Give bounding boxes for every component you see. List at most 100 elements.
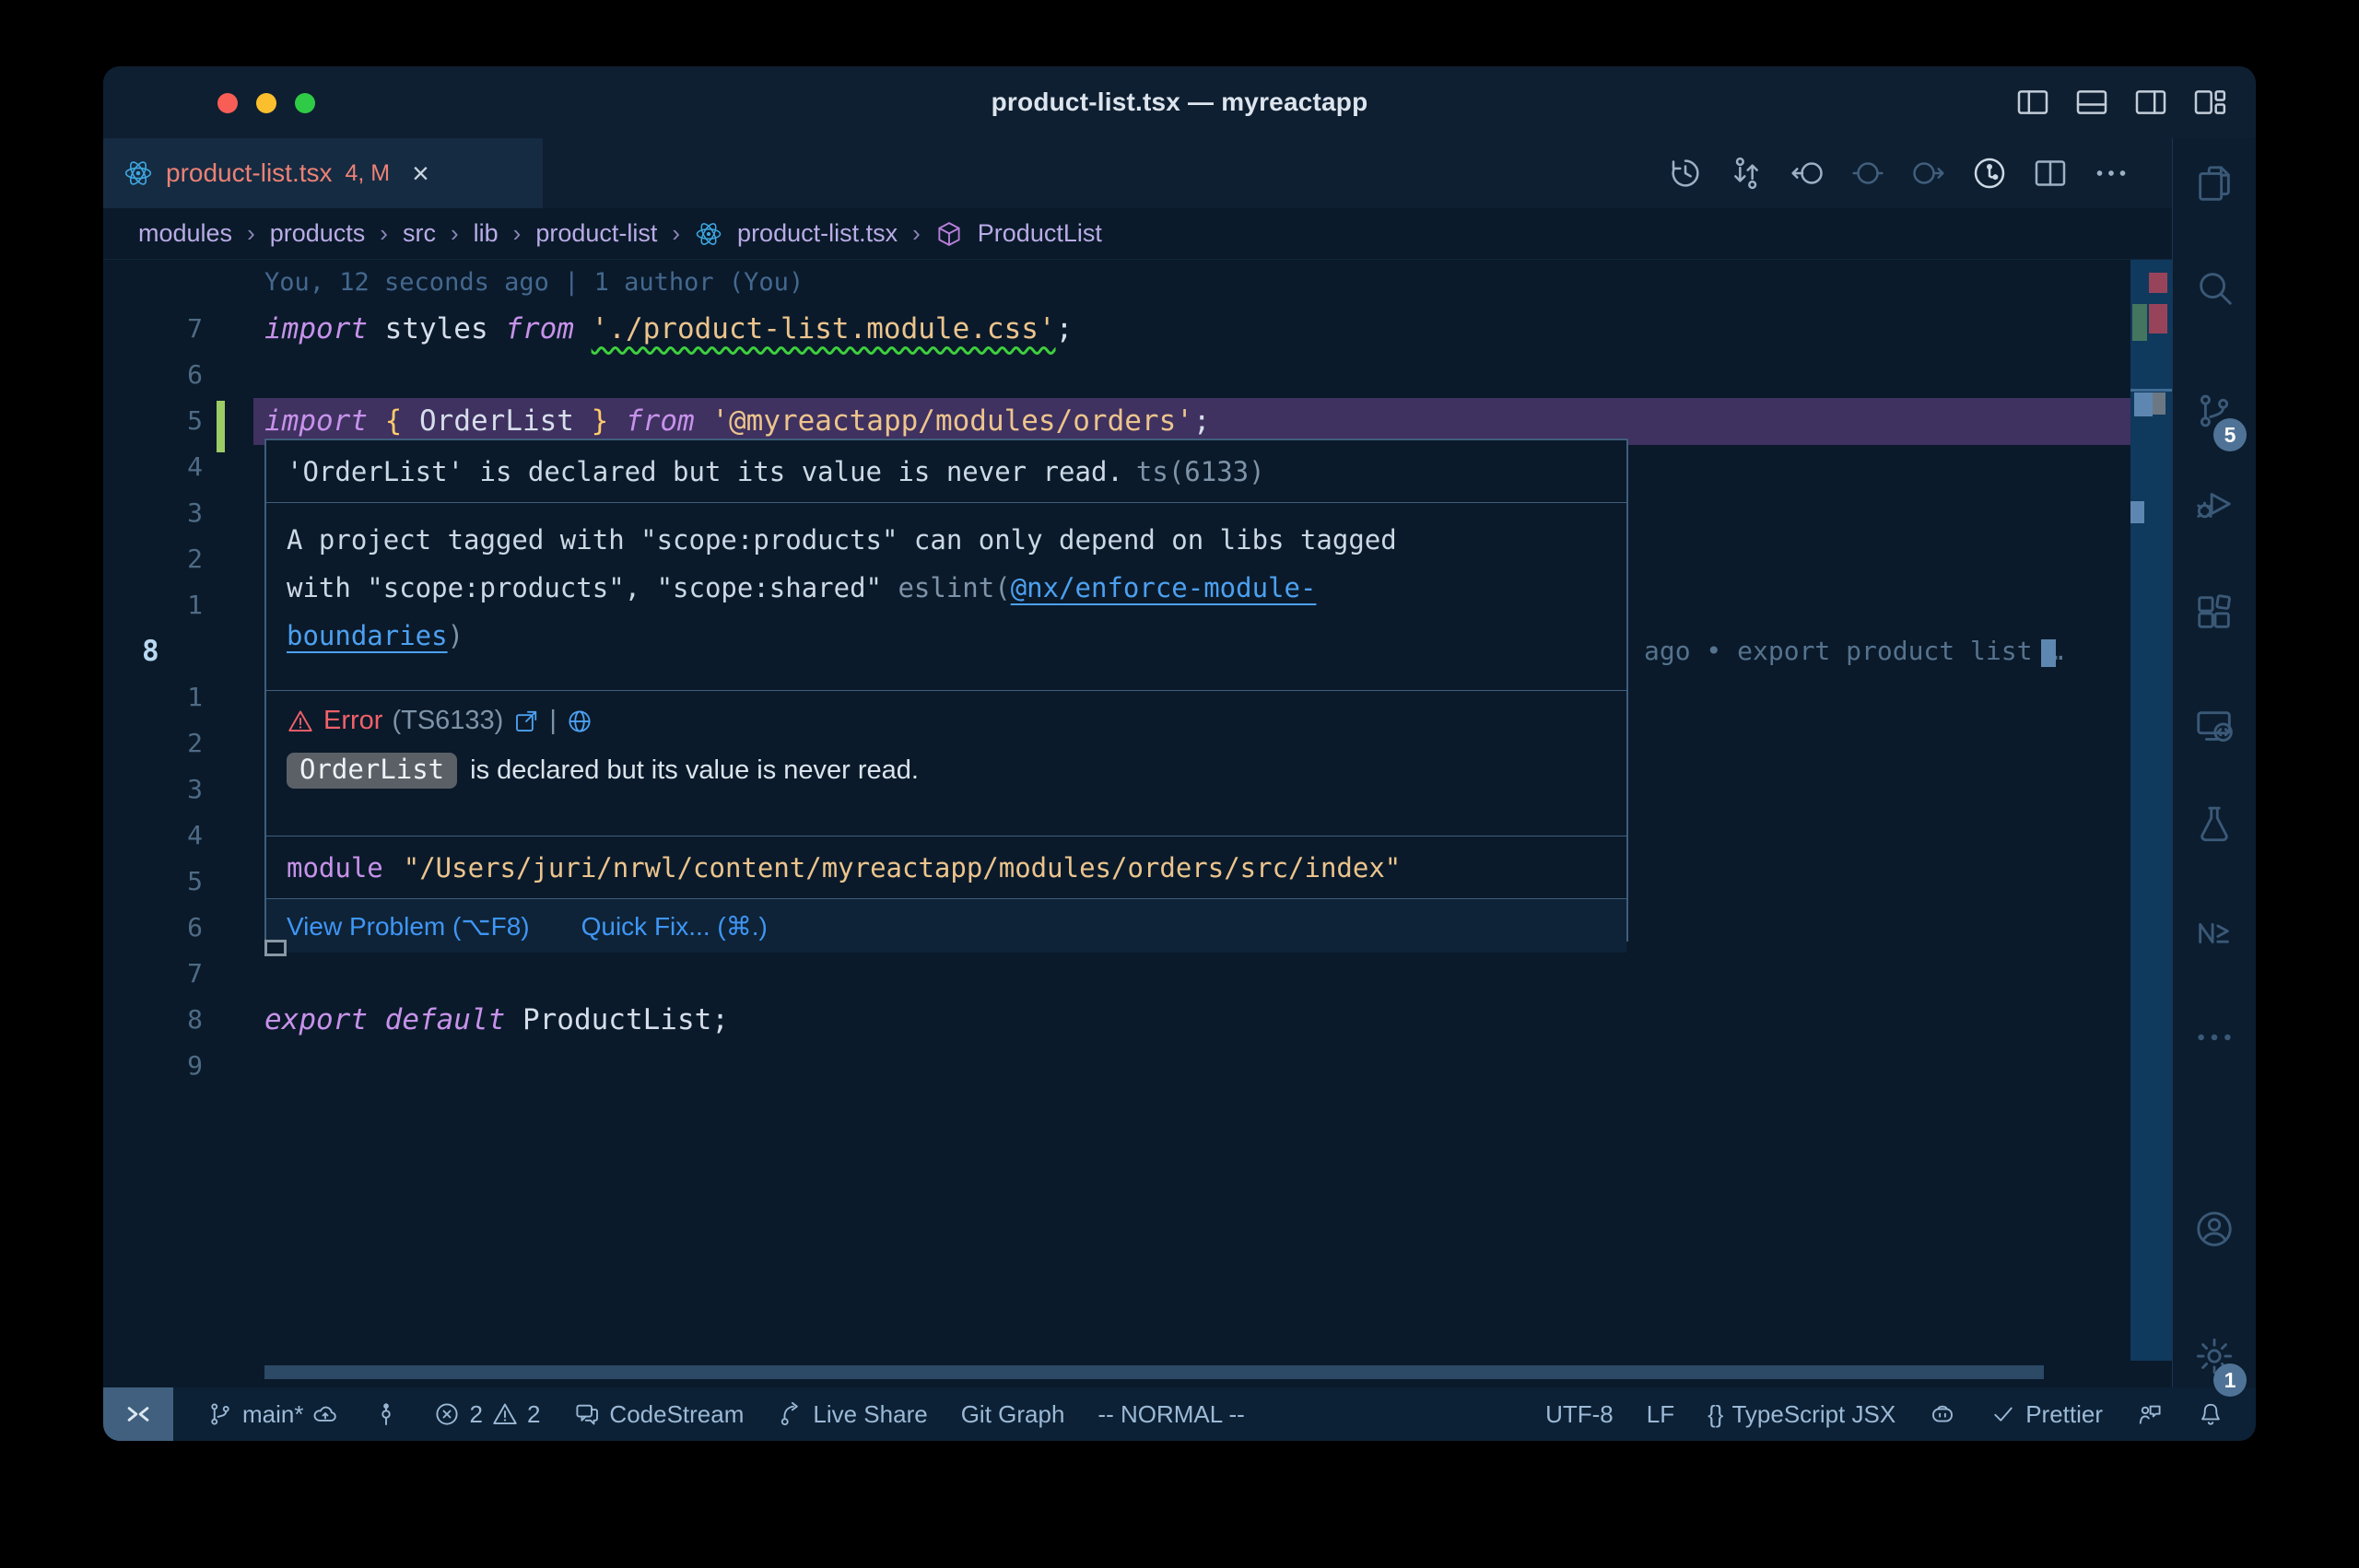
language-mode-status[interactable]: {} TypeScript JSX — [1708, 1400, 1895, 1429]
toggle-secondary-sidebar-icon[interactable] — [2132, 84, 2169, 121]
more-actions-icon[interactable] — [2093, 155, 2130, 192]
toggle-panel-icon[interactable] — [2073, 84, 2110, 121]
chip-message: is declared but its value is never read. — [470, 755, 919, 786]
comment-icon — [573, 1400, 601, 1428]
feedback-status[interactable] — [2136, 1400, 2164, 1428]
ruler-cursor-mark — [2130, 501, 2144, 523]
branch-icon — [206, 1400, 234, 1428]
feedback-person-icon — [2136, 1400, 2164, 1428]
encoding-status[interactable]: UTF-8 — [1545, 1400, 1614, 1429]
testing-beaker-icon[interactable] — [2193, 802, 2236, 845]
globe-icon[interactable] — [566, 708, 593, 735]
chevron-right-icon: › — [672, 219, 680, 248]
code-editor[interactable]: You, 12 seconds ago | 1 author (You) 7 i… — [103, 260, 2172, 1387]
eslint-error-message: A project tagged with "scope:products" c… — [266, 503, 1626, 691]
extensions-icon[interactable] — [2193, 591, 2236, 634]
accounts-icon[interactable] — [2193, 1208, 2236, 1250]
line-number: 5 — [103, 859, 203, 905]
customize-layout-icon[interactable] — [2191, 84, 2228, 121]
module-path: "/Users/juri/nrwl/content/myreactapp/mod… — [404, 852, 1402, 883]
nav-current-icon — [1849, 155, 1886, 192]
run-debug-icon[interactable] — [2193, 483, 2236, 525]
nav-back-icon[interactable] — [1789, 155, 1825, 192]
horizontal-scrollbar[interactable] — [264, 1365, 2044, 1379]
explorer-icon[interactable] — [2193, 162, 2236, 205]
toggle-primary-sidebar-icon[interactable] — [2014, 84, 2051, 121]
git-graph-run-icon[interactable] — [1971, 155, 2008, 192]
tab-close-icon[interactable]: × — [412, 158, 429, 188]
codestream-status[interactable]: CodeStream — [573, 1400, 744, 1429]
react-icon — [123, 158, 153, 188]
line-number: 1 — [103, 582, 203, 628]
timeline-history-icon[interactable] — [1667, 155, 1704, 192]
line-number: 3 — [103, 766, 203, 813]
warning-triangle-icon — [491, 1400, 519, 1428]
git-commit-icon — [372, 1400, 400, 1428]
breadcrumb-src[interactable]: src — [403, 219, 436, 248]
eslint-rule-link[interactable]: boundaries — [287, 620, 448, 651]
git-graph-status[interactable]: Git Graph — [961, 1400, 1065, 1429]
eol-status[interactable]: LF — [1647, 1400, 1674, 1429]
copilot-icon — [1929, 1400, 1956, 1428]
line-number: 7 — [103, 306, 203, 352]
chevron-right-icon: › — [380, 219, 388, 248]
compare-changes-icon[interactable] — [1728, 155, 1765, 192]
line-number: 6 — [103, 352, 203, 398]
breadcrumb-product-list[interactable]: product-list — [535, 219, 657, 248]
ruler-thumb-dim — [2153, 392, 2165, 415]
code-line-import-styles: import styles from './product-list.modul… — [264, 306, 1073, 352]
search-icon[interactable] — [2193, 266, 2236, 309]
ruler-error-mark — [2149, 273, 2167, 293]
ruler-added-mark — [2132, 304, 2147, 341]
eslint-rule-link[interactable]: @nx/enforce-module- — [1011, 572, 1317, 603]
quick-fix-link[interactable]: Quick Fix... (⌘.) — [581, 911, 768, 942]
window-title: product-list.tsx — myreactapp — [103, 66, 2256, 138]
line-number: 7 — [103, 951, 203, 997]
cloud-upload-icon — [311, 1400, 339, 1428]
commit-action[interactable] — [372, 1400, 400, 1428]
nav-forward-icon — [1910, 155, 1947, 192]
line-number: 1 — [103, 674, 203, 720]
line-number: 4 — [103, 444, 203, 490]
git-branch-status[interactable]: main* — [206, 1400, 339, 1429]
tab-title: product-list.tsx — [166, 158, 333, 188]
remote-indicator[interactable] — [103, 1387, 173, 1441]
live-share-status[interactable]: Live Share — [777, 1400, 927, 1429]
more-views-icon[interactable] — [2193, 1016, 2236, 1059]
settings-badge: 1 — [2213, 1363, 2247, 1397]
breadcrumb: modules › products › src › lib › product… — [103, 208, 2172, 260]
popup-resize-handle[interactable] — [264, 940, 287, 956]
breadcrumb-symbol[interactable]: ProductList — [978, 219, 1102, 248]
nx-console-icon[interactable] — [2193, 912, 2236, 954]
scrollbar-thumb[interactable] — [2041, 639, 2056, 667]
current-line-number: 8 — [142, 628, 159, 674]
symbol-cube-icon — [935, 220, 963, 248]
split-editor-icon[interactable] — [2032, 155, 2069, 192]
breadcrumb-lib[interactable]: lib — [474, 219, 499, 248]
prettier-status[interactable]: Prettier — [1989, 1400, 2103, 1429]
remote-explorer-icon[interactable] — [2193, 705, 2236, 747]
problem-hover-popup: 'OrderList' is declared but its value is… — [264, 439, 1628, 942]
ts-error-code: ts(6133) — [1136, 456, 1265, 487]
titlebar: product-list.tsx — myreactapp — [103, 66, 2256, 138]
external-link-icon[interactable] — [512, 708, 540, 735]
overview-ruler[interactable] — [2130, 260, 2172, 1361]
breadcrumb-products[interactable]: products — [270, 219, 366, 248]
vim-mode-indicator[interactable]: -- NORMAL -- — [1097, 1400, 1244, 1429]
breadcrumb-modules[interactable]: modules — [138, 219, 232, 248]
tab-product-list[interactable]: product-list.tsx 4, M × — [103, 138, 543, 208]
check-icon — [1989, 1400, 2017, 1428]
error-label: Error — [323, 706, 382, 736]
activity-bar: 5 1 — [2172, 138, 2256, 1387]
line-number: 4 — [103, 813, 203, 859]
notifications-status[interactable] — [2197, 1400, 2224, 1428]
chevron-right-icon: › — [513, 219, 522, 248]
git-blame-annotation: You, 12 seconds ago | 1 author (You) — [264, 260, 804, 306]
problems-status[interactable]: 2 2 — [433, 1400, 540, 1429]
line-number: 2 — [103, 720, 203, 766]
breadcrumb-file[interactable]: product-list.tsx — [737, 219, 898, 248]
copilot-status[interactable] — [1929, 1400, 1956, 1428]
view-problem-link[interactable]: View Problem (⌥F8) — [287, 911, 530, 942]
share-arrow-icon — [777, 1400, 804, 1428]
symbol-chip: OrderList — [287, 753, 457, 789]
